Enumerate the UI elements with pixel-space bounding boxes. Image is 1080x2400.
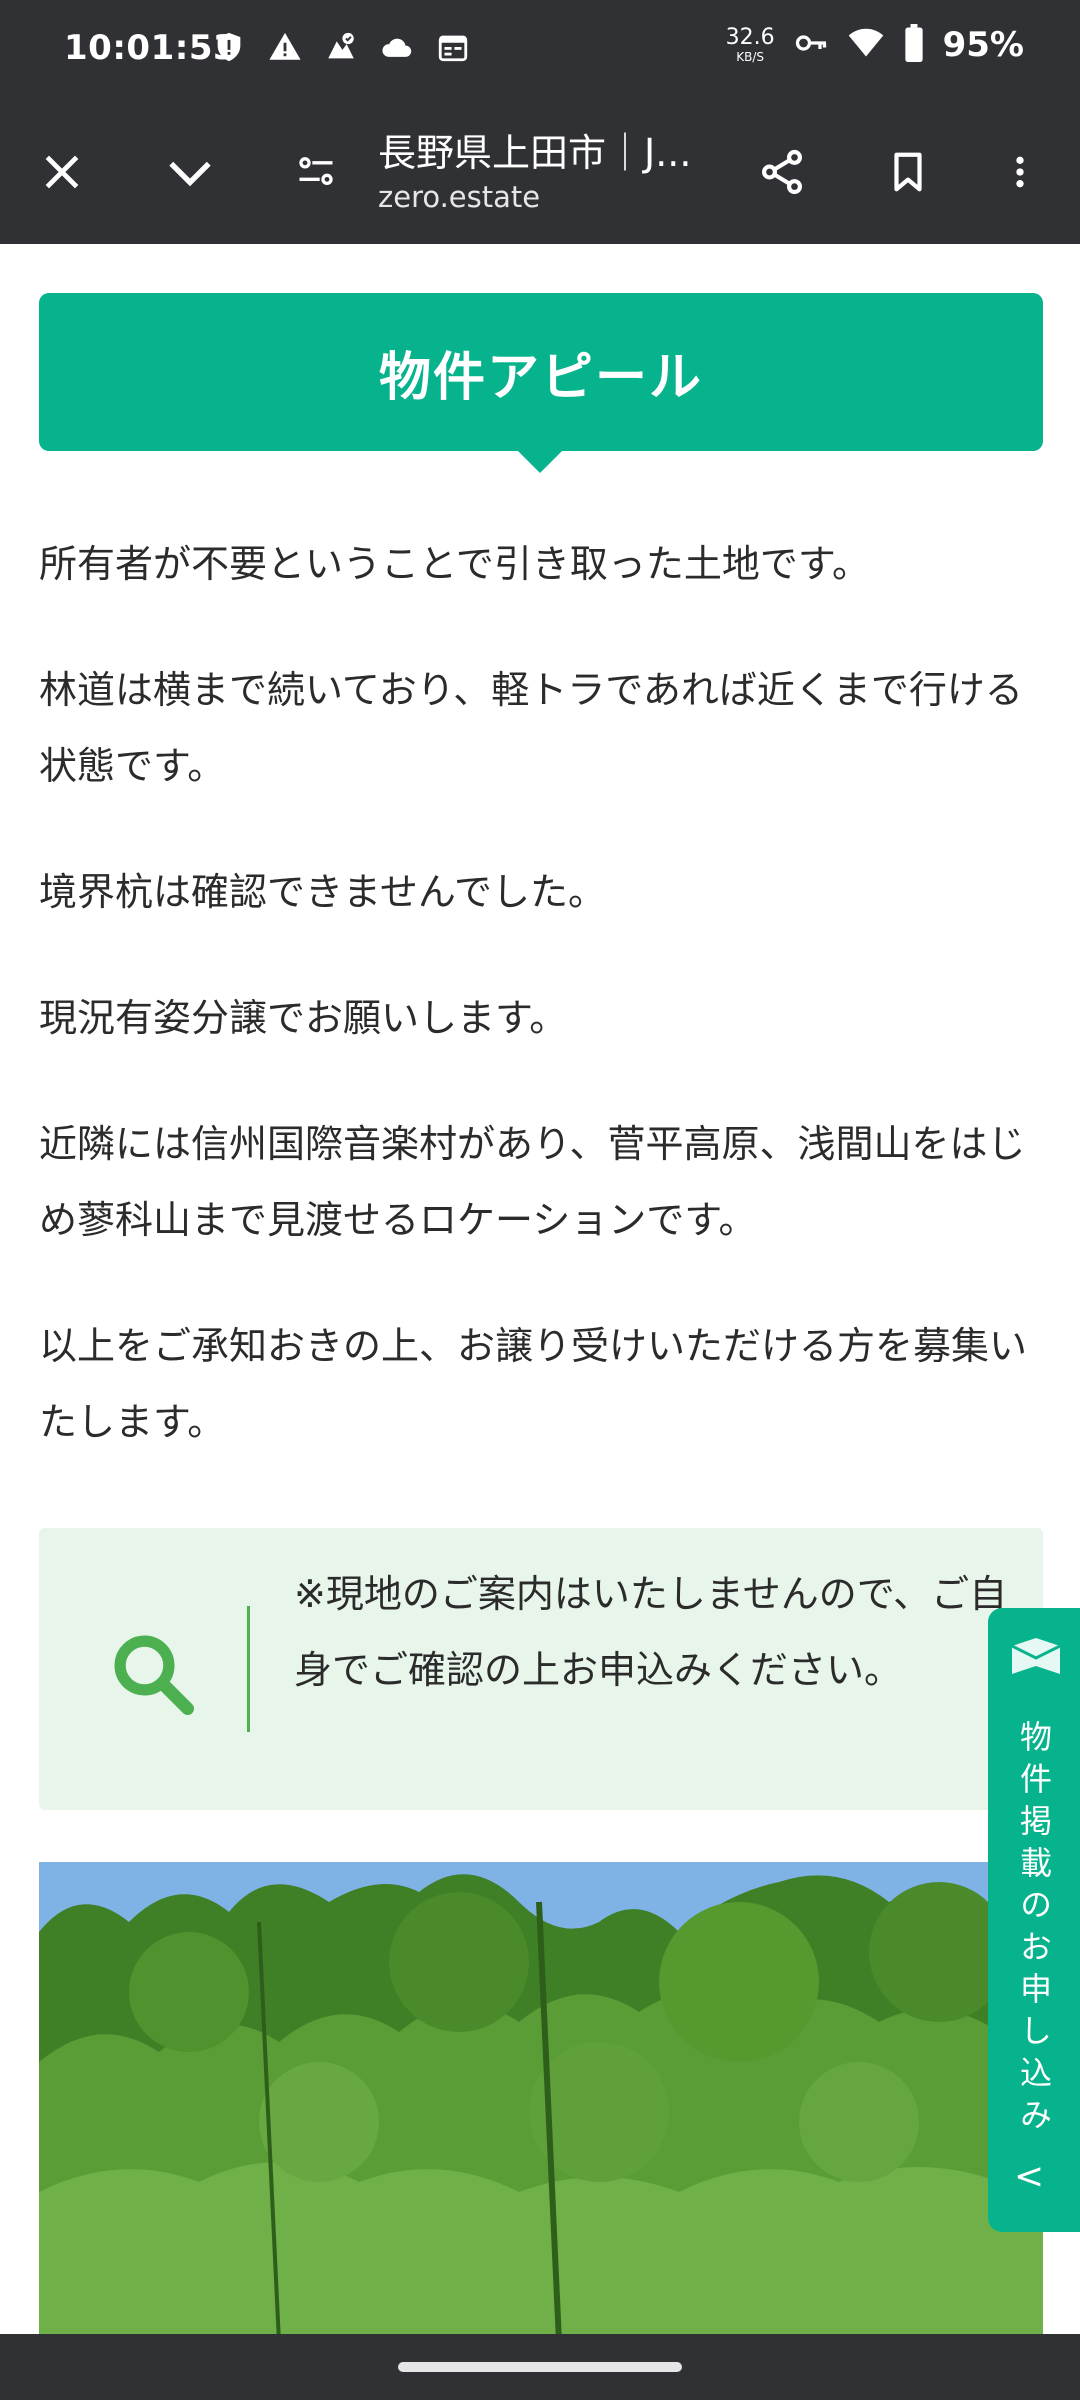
close-icon xyxy=(45,155,79,189)
network-speed: 32.6 KB/S xyxy=(725,25,775,64)
bookmark-icon xyxy=(894,152,922,192)
chevron-down-icon xyxy=(169,161,211,187)
bookmark-button[interactable] xyxy=(872,136,944,208)
battery-percent: 95% xyxy=(942,25,1024,65)
flag-icon xyxy=(1008,1634,1064,1682)
appeal-paragraph: 近隣には信州国際音楽村があり、菅平高原、浅間山をはじめ蓼科山まで見渡せるロケーシ… xyxy=(39,1122,1026,1242)
search-icon xyxy=(107,1628,197,1718)
minimize-button[interactable] xyxy=(154,136,226,208)
page-content: 物件アピール 所有者が不要ということで引き取った土地です。 林道は横まで続いてお… xyxy=(0,244,1080,2334)
status-bar: 10:01:53 32.6 KB/S 95% xyxy=(0,0,1080,100)
vpn-key-icon xyxy=(793,25,829,65)
page-url[interactable]: zero.estate xyxy=(378,180,540,214)
home-gesture-handle[interactable] xyxy=(398,2362,682,2372)
listing-application-label: 物件掲載のお申し込み xyxy=(1015,1720,1053,2140)
more-menu-button[interactable] xyxy=(984,136,1056,208)
warning-icon xyxy=(268,30,302,64)
property-photo[interactable] xyxy=(39,1862,1043,2334)
notice-box: ※現地のご案内はいたしませんので、ご自身でご確認の上お申込みください。 xyxy=(39,1528,1043,1810)
system-nav-bar xyxy=(0,2334,1080,2400)
section-header: 物件アピール xyxy=(39,293,1043,451)
status-system-icons: 32.6 KB/S 95% xyxy=(726,24,1024,66)
page-title[interactable]: 長野県上田市｜J... xyxy=(378,122,708,177)
notice-divider xyxy=(247,1606,250,1732)
share-button[interactable] xyxy=(746,136,818,208)
notice-text: ※現地のご案内はいたしませんので、ご自身でご確認の上お申込みください。 xyxy=(294,1572,1008,1692)
cloud-icon xyxy=(380,30,414,64)
close-button[interactable] xyxy=(26,136,98,208)
appeal-paragraphs: 所有者が不要ということで引き取った土地です。 林道は横まで続いており、軽トラであ… xyxy=(39,526,1049,1510)
more-vert-icon xyxy=(1016,156,1024,188)
appeal-paragraph: 以上をご承知おきの上、お譲り受けいただける方を募集いたします。 xyxy=(39,1324,1028,1444)
shield-icon xyxy=(212,30,246,64)
wifi-icon xyxy=(847,25,885,65)
network-speed-value: 32.6 xyxy=(725,25,775,50)
battery-icon xyxy=(903,24,925,66)
chevron-left-icon: < xyxy=(1014,2156,1045,2197)
calendar-icon xyxy=(436,30,470,64)
page-info-button[interactable] xyxy=(280,136,352,208)
appeal-paragraph: 現況有姿分譲でお願いします。 xyxy=(39,996,568,1040)
browser-toolbar: 長野県上田市｜J... zero.estate xyxy=(0,100,1080,244)
appeal-paragraph: 境界杭は確認できませんでした。 xyxy=(39,870,606,914)
share-icon xyxy=(762,149,802,195)
appeal-paragraph: 所有者が不要ということで引き取った土地です。 xyxy=(39,542,871,586)
listing-application-tab[interactable]: 物件掲載のお申し込み < xyxy=(988,1608,1080,2232)
appeal-paragraph: 林道は横まで続いており、軽トラであれば近くまで行ける状態です。 xyxy=(39,668,1023,788)
maps-icon xyxy=(324,30,358,64)
status-notification-icons xyxy=(212,30,470,64)
section-header-pointer xyxy=(516,449,564,473)
network-speed-unit: KB/S xyxy=(736,50,764,64)
page-info-icon xyxy=(299,157,333,186)
